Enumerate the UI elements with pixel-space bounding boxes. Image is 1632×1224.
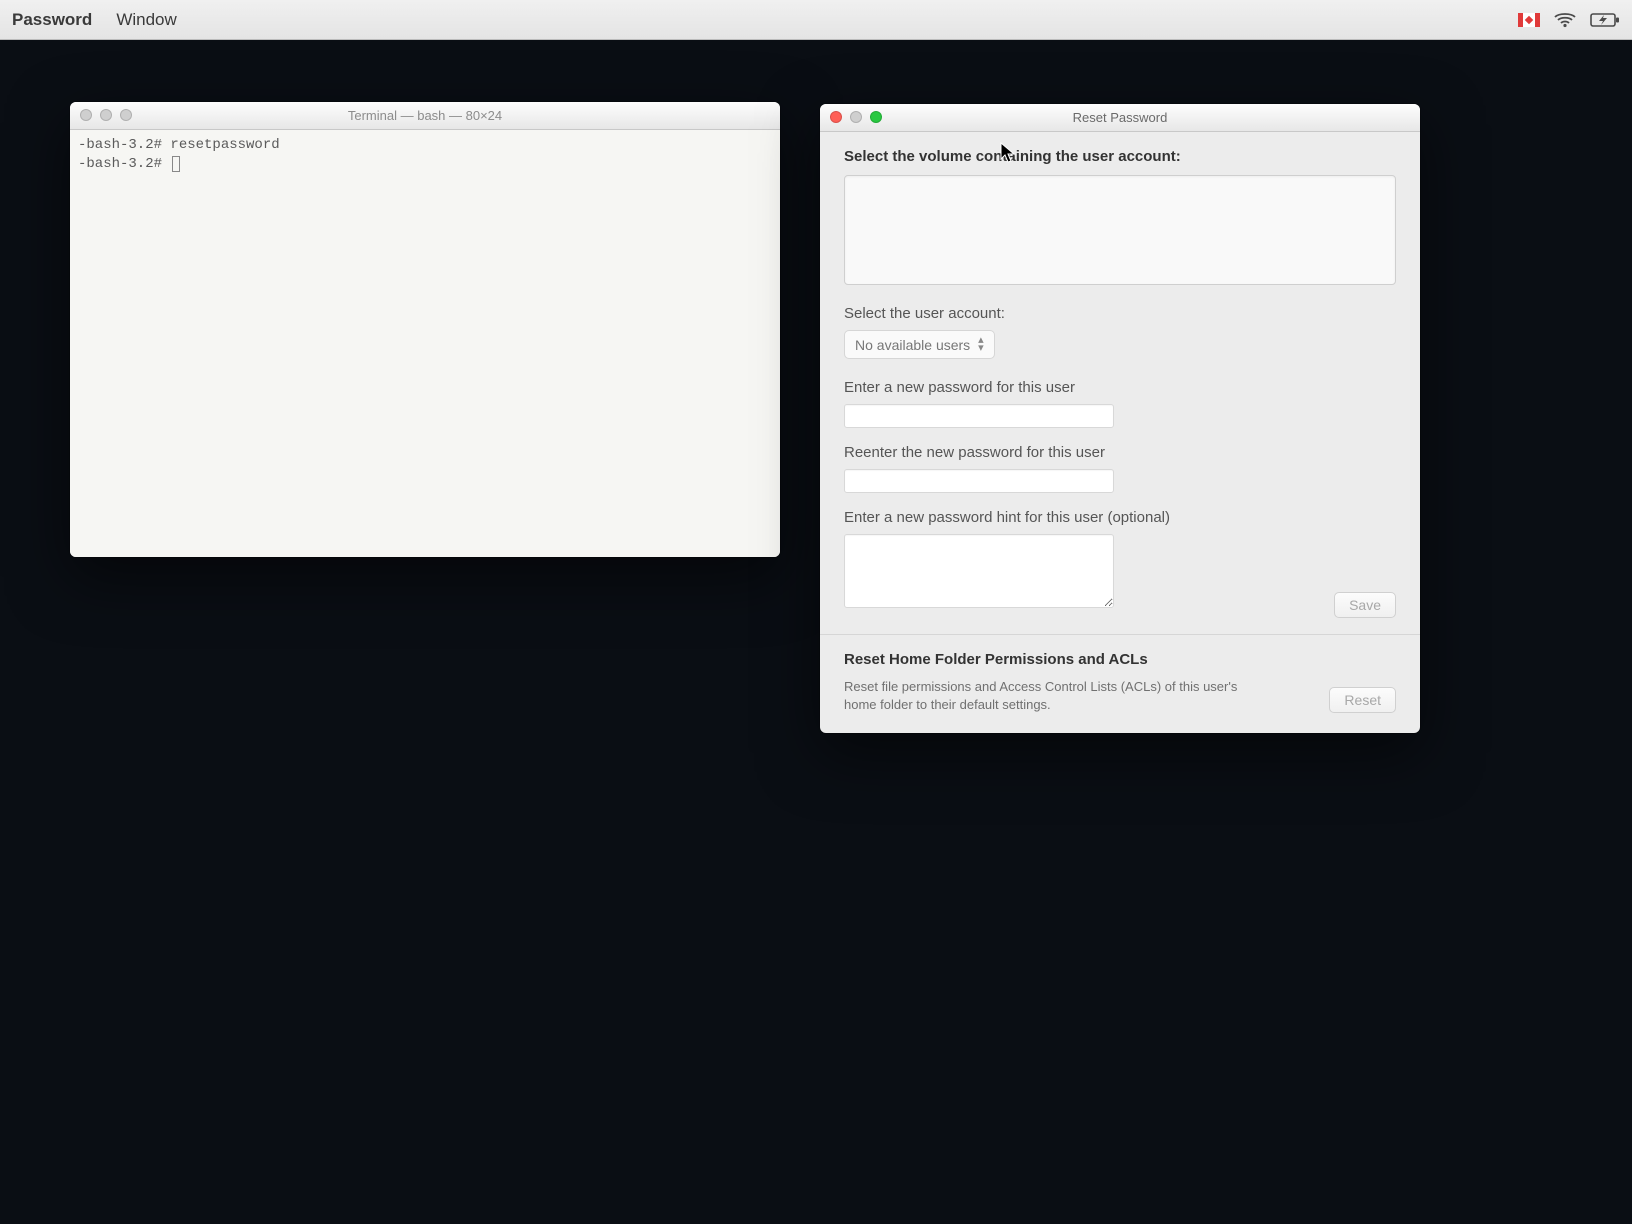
terminal-line-1: -bash-3.2# resetpassword	[78, 137, 280, 153]
wifi-icon[interactable]	[1554, 12, 1576, 28]
user-account-select-value: No available users	[855, 337, 970, 353]
terminal-titlebar[interactable]: Terminal — bash — 80×24	[70, 102, 780, 130]
terminal-traffic-lights	[80, 109, 132, 121]
terminal-window: Terminal — bash — 80×24 -bash-3.2# reset…	[70, 102, 780, 557]
input-source-flag-icon[interactable]	[1518, 13, 1540, 27]
new-password-input[interactable]	[844, 404, 1114, 428]
terminal-minimize-button[interactable]	[100, 109, 112, 121]
reset-titlebar[interactable]: Reset Password	[820, 104, 1420, 132]
volume-list[interactable]	[844, 175, 1396, 285]
menubar: Password Window	[0, 0, 1632, 40]
terminal-maximize-button[interactable]	[120, 109, 132, 121]
terminal-cursor	[172, 156, 180, 172]
terminal-title: Terminal — bash — 80×24	[348, 108, 502, 123]
terminal-close-button[interactable]	[80, 109, 92, 121]
battery-icon[interactable]	[1590, 12, 1620, 28]
terminal-body[interactable]: -bash-3.2# resetpassword -bash-3.2#	[70, 130, 780, 557]
user-account-select[interactable]: No available users	[844, 330, 995, 359]
reset-title: Reset Password	[1073, 110, 1168, 125]
new-password-label: Enter a new password for this user	[844, 379, 1396, 396]
select-user-label: Select the user account:	[844, 305, 1396, 322]
reset-perms-heading: Reset Home Folder Permissions and ACLs	[844, 651, 1396, 668]
reset-maximize-button[interactable]	[870, 111, 882, 123]
reenter-password-label: Reenter the new password for this user	[844, 444, 1396, 461]
reset-body: Select the volume containing the user ac…	[820, 132, 1420, 733]
section-divider	[820, 634, 1420, 635]
reset-close-button[interactable]	[830, 111, 842, 123]
terminal-line-2: -bash-3.2#	[78, 156, 170, 172]
reset-traffic-lights	[830, 111, 882, 123]
reenter-password-input[interactable]	[844, 469, 1114, 493]
reset-minimize-button[interactable]	[850, 111, 862, 123]
reset-perms-description: Reset file permissions and Access Contro…	[844, 678, 1244, 713]
menubar-app-title: Password	[12, 10, 92, 30]
password-hint-label: Enter a new password hint for this user …	[844, 509, 1396, 526]
status-icons	[1518, 12, 1620, 28]
reset-button[interactable]: Reset	[1329, 687, 1396, 713]
menubar-window-menu[interactable]: Window	[116, 10, 176, 30]
reset-password-window: Reset Password Select the volume contain…	[820, 104, 1420, 733]
select-volume-label: Select the volume containing the user ac…	[844, 148, 1396, 165]
password-hint-input[interactable]	[844, 534, 1114, 608]
desktop: Terminal — bash — 80×24 -bash-3.2# reset…	[0, 40, 1632, 1224]
save-button[interactable]: Save	[1334, 592, 1396, 618]
chevron-updown-icon	[978, 335, 984, 354]
